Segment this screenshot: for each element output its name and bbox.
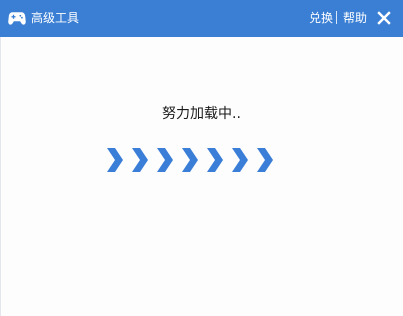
window-title: 高级工具 — [31, 11, 80, 25]
switch-link[interactable]: 兑换 — [309, 10, 333, 26]
loading-indicator — [106, 147, 278, 173]
chevron-right-icon — [232, 148, 248, 172]
chevron-right-icon — [182, 148, 198, 172]
title-bar: 高级工具 兑换 帮助 — [0, 0, 403, 37]
chevron-right-icon — [107, 148, 123, 172]
help-link[interactable]: 帮助 — [343, 10, 367, 26]
title-link-divider — [336, 11, 337, 24]
chevron-right-icon — [207, 148, 223, 172]
chevron-right-icon — [157, 148, 173, 172]
advanced-tools-window: 高级工具 兑换 帮助 努力加载中.. — [0, 0, 403, 316]
loading-message: 努力加载中.. — [162, 106, 241, 122]
chevron-right-icon — [132, 148, 148, 172]
window-left-border — [0, 37, 1, 316]
chevron-right-icon — [257, 148, 273, 172]
gamepad-icon — [8, 12, 26, 25]
close-icon[interactable] — [375, 9, 393, 27]
